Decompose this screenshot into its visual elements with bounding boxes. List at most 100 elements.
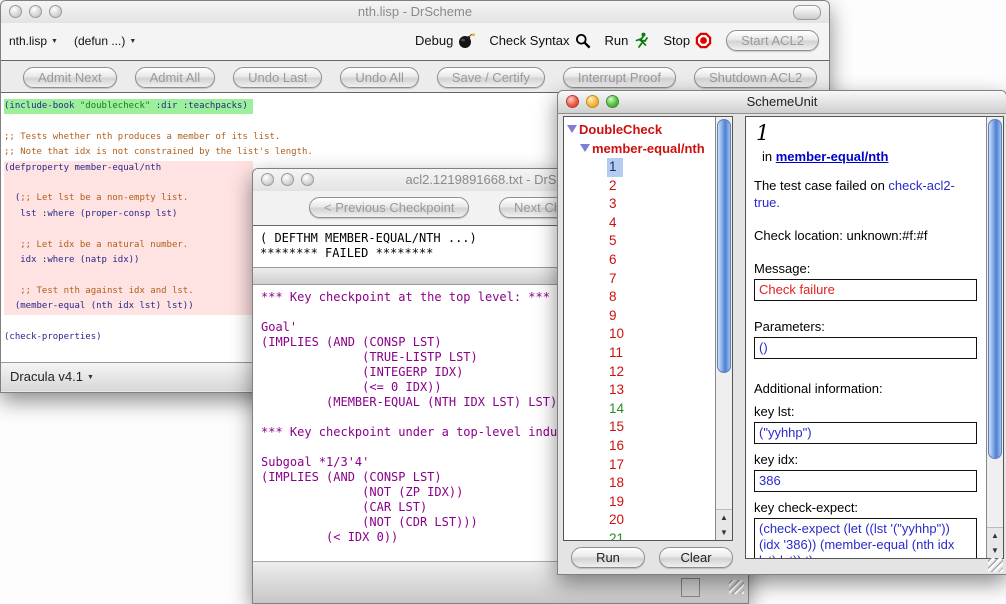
proof-button-admit-all[interactable]: Admit All xyxy=(135,67,216,88)
editor-line xyxy=(4,176,253,191)
test-case-number[interactable]: 9 xyxy=(607,307,623,326)
disclosure-triangle-icon[interactable] xyxy=(580,144,590,152)
zoom-button[interactable] xyxy=(49,5,62,18)
disclosure-triangle-icon[interactable] xyxy=(567,125,577,133)
test-case-number[interactable]: 18 xyxy=(607,474,626,493)
dracula-version-dropdown[interactable]: Dracula v4.1▼ xyxy=(10,369,94,384)
test-case-number[interactable]: 1 xyxy=(607,158,623,177)
test-case-number[interactable]: 3 xyxy=(607,195,623,214)
parameters-value-box[interactable]: () xyxy=(754,337,977,359)
test-case-item[interactable]: 17 xyxy=(564,456,715,475)
check-syntax-button[interactable]: Check Syntax xyxy=(489,33,590,49)
test-case-item[interactable]: 1 xyxy=(564,158,715,177)
minimize-button[interactable] xyxy=(281,173,294,186)
test-case-item[interactable]: 13 xyxy=(564,381,715,400)
test-case-number[interactable]: 15 xyxy=(607,418,626,437)
test-case-item[interactable]: 19 xyxy=(564,493,715,512)
test-case-number[interactable]: 5 xyxy=(607,232,623,251)
detail-scrollbar[interactable]: ▲ ▼ xyxy=(986,117,1003,558)
zoom-button[interactable] xyxy=(606,95,619,108)
test-case-item[interactable]: 2 xyxy=(564,177,715,196)
scrollbar-thumb[interactable] xyxy=(717,119,731,373)
debug-button[interactable]: Debug xyxy=(415,32,475,49)
test-case-number[interactable]: 17 xyxy=(607,456,626,475)
test-case-item[interactable]: 9 xyxy=(564,307,715,326)
close-button[interactable] xyxy=(261,173,274,186)
case-location-line: in member-equal/nth xyxy=(762,149,984,164)
stop-button[interactable]: Stop xyxy=(663,32,712,49)
tree-node-doublecheck[interactable]: DoubleCheck xyxy=(564,120,715,139)
tree-scrollbar[interactable]: ▲ ▼ xyxy=(715,117,732,540)
test-case-number[interactable]: 6 xyxy=(607,251,623,270)
test-case-item[interactable]: 14 xyxy=(564,400,715,419)
field-value-box[interactable]: 386 xyxy=(754,470,977,492)
test-case-item[interactable]: 6 xyxy=(564,251,715,270)
titlebar-schemeunit[interactable]: SchemeUnit xyxy=(558,91,1006,114)
proof-button-save-certify[interactable]: Save / Certify xyxy=(437,67,545,88)
test-case-number[interactable]: 20 xyxy=(607,511,626,530)
field-value-box[interactable]: (check-expect (let ((lst '("yyhhp")) (id… xyxy=(754,518,977,558)
close-button[interactable] xyxy=(9,5,22,18)
clear-tests-button[interactable]: Clear xyxy=(659,547,733,568)
test-case-item[interactable]: 11 xyxy=(564,344,715,363)
test-case-item[interactable]: 3 xyxy=(564,195,715,214)
scroll-down-icon[interactable]: ▼ xyxy=(716,525,732,540)
test-case-item[interactable]: 12 xyxy=(564,363,715,382)
proof-button-interrupt-proof[interactable]: Interrupt Proof xyxy=(563,67,676,88)
scrollbar-thumb[interactable] xyxy=(988,119,1002,459)
test-case-number[interactable]: 2 xyxy=(607,177,623,196)
chevron-down-icon: ▼ xyxy=(129,38,136,45)
test-case-number[interactable]: 11 xyxy=(607,344,625,363)
bottom-status-square xyxy=(681,578,700,597)
proof-button-undo-all[interactable]: Undo All xyxy=(340,67,418,88)
minimize-button[interactable] xyxy=(29,5,42,18)
test-tree: DoubleCheck member-equal/nth 12345678910… xyxy=(564,117,715,540)
editor-line: (include-book "doublecheck" :dir :teachp… xyxy=(4,99,253,114)
proof-button-shutdown-acl2[interactable]: Shutdown ACL2 xyxy=(694,67,817,88)
scroll-up-icon[interactable]: ▲ xyxy=(987,528,1003,543)
test-case-number[interactable]: 13 xyxy=(607,381,626,400)
test-case-item[interactable]: 18 xyxy=(564,474,715,493)
test-case-item[interactable]: 21 xyxy=(564,530,715,540)
test-case-number[interactable]: 7 xyxy=(607,270,623,289)
run-button[interactable]: Run xyxy=(605,32,650,49)
magnifier-icon xyxy=(575,33,591,49)
field-value-box[interactable]: ("yyhhp") xyxy=(754,422,977,444)
zoom-button[interactable] xyxy=(301,173,314,186)
file-dropdown[interactable]: nth.lisp▼ xyxy=(9,34,58,48)
test-case-number[interactable]: 12 xyxy=(607,363,626,382)
test-case-item[interactable]: 5 xyxy=(564,232,715,251)
test-case-number[interactable]: 16 xyxy=(607,437,626,456)
proof-button-admit-next[interactable]: Admit Next xyxy=(23,67,117,88)
test-case-item[interactable]: 20 xyxy=(564,511,715,530)
test-case-number[interactable]: 4 xyxy=(607,214,623,233)
minimize-button[interactable] xyxy=(586,95,599,108)
previous-checkpoint-button[interactable]: < Previous Checkpoint xyxy=(309,197,469,218)
defun-dropdown[interactable]: (defun ...)▼ xyxy=(74,34,136,48)
run-tests-button[interactable]: Run xyxy=(571,547,645,568)
start-acl2-button[interactable]: Start ACL2 xyxy=(726,30,819,51)
tree-node-suite[interactable]: member-equal/nth xyxy=(564,139,715,158)
titlebar-main[interactable]: nth.lisp - DrScheme xyxy=(1,1,829,24)
toolbar-toggle-button[interactable] xyxy=(793,5,821,20)
resize-grip-icon[interactable] xyxy=(988,558,1003,572)
suite-link[interactable]: member-equal/nth xyxy=(776,149,889,164)
scroll-down-icon[interactable]: ▼ xyxy=(987,543,1003,558)
resize-grip-icon[interactable] xyxy=(729,580,744,594)
proof-button-undo-last[interactable]: Undo Last xyxy=(233,67,322,88)
test-case-number[interactable]: 8 xyxy=(607,288,623,307)
test-case-item[interactable]: 8 xyxy=(564,288,715,307)
test-case-item[interactable]: 15 xyxy=(564,418,715,437)
test-case-item[interactable]: 10 xyxy=(564,325,715,344)
test-case-number[interactable]: 10 xyxy=(607,325,626,344)
test-case-number[interactable]: 14 xyxy=(607,400,626,419)
test-case-item[interactable]: 7 xyxy=(564,270,715,289)
test-case-item[interactable]: 16 xyxy=(564,437,715,456)
scroll-up-icon[interactable]: ▲ xyxy=(716,510,732,525)
chevron-down-icon: ▼ xyxy=(87,374,94,381)
message-value-box[interactable]: Check failure xyxy=(754,279,977,301)
test-case-item[interactable]: 4 xyxy=(564,214,715,233)
test-case-number[interactable]: 21 xyxy=(607,530,626,540)
close-button[interactable] xyxy=(566,95,579,108)
test-case-number[interactable]: 19 xyxy=(607,493,626,512)
